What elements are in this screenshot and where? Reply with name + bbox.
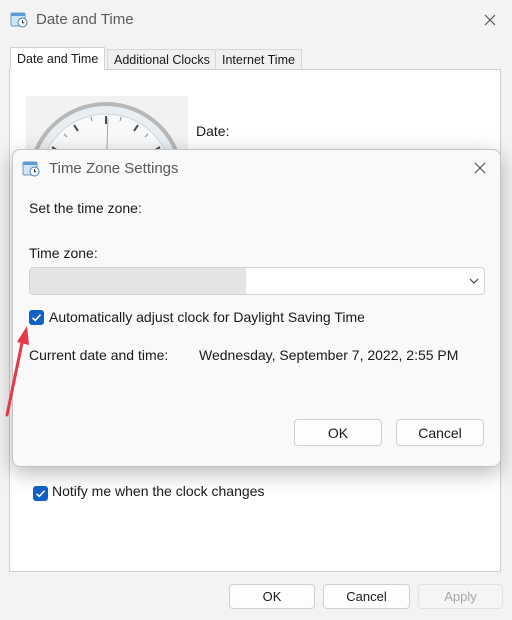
- analog-clock: [26, 96, 188, 156]
- close-icon[interactable]: [468, 156, 492, 180]
- outer-ok-button[interactable]: OK: [229, 584, 315, 609]
- tab-internet-time[interactable]: Internet Time: [215, 49, 302, 70]
- date-label: Date:: [196, 123, 230, 139]
- close-icon[interactable]: [478, 8, 502, 32]
- calendar-clock-icon: [22, 159, 40, 177]
- time-zone-value: [30, 268, 246, 294]
- current-date-time-value: Wednesday, September 7, 2022, 2:55 PM: [199, 347, 459, 363]
- tz-dialog-title: Time Zone Settings: [49, 160, 179, 177]
- outer-apply-button[interactable]: Apply: [418, 584, 503, 609]
- calendar-clock-icon: [10, 10, 28, 28]
- tab-date-and-time[interactable]: Date and Time: [10, 47, 106, 70]
- outer-window-title: Date and Time: [36, 11, 134, 28]
- notify-checkbox[interactable]: [33, 486, 48, 501]
- time-zone-label: Time zone:: [29, 245, 98, 261]
- outer-cancel-button[interactable]: Cancel: [323, 584, 410, 609]
- time-zone-dropdown[interactable]: [29, 267, 485, 295]
- tz-ok-button[interactable]: OK: [294, 419, 382, 446]
- tz-cancel-button[interactable]: Cancel: [396, 419, 484, 446]
- chevron-down-icon: [469, 278, 479, 284]
- tab-additional-clocks[interactable]: Additional Clocks: [107, 49, 217, 70]
- check-icon: [35, 490, 46, 498]
- set-time-zone-label: Set the time zone:: [29, 200, 142, 216]
- notify-checkbox-label[interactable]: Notify me when the clock changes: [52, 483, 264, 499]
- dst-checkbox-label[interactable]: Automatically adjust clock for Daylight …: [49, 309, 365, 325]
- red-arrow-icon: [0, 320, 40, 425]
- current-date-time-label: Current date and time:: [29, 347, 169, 363]
